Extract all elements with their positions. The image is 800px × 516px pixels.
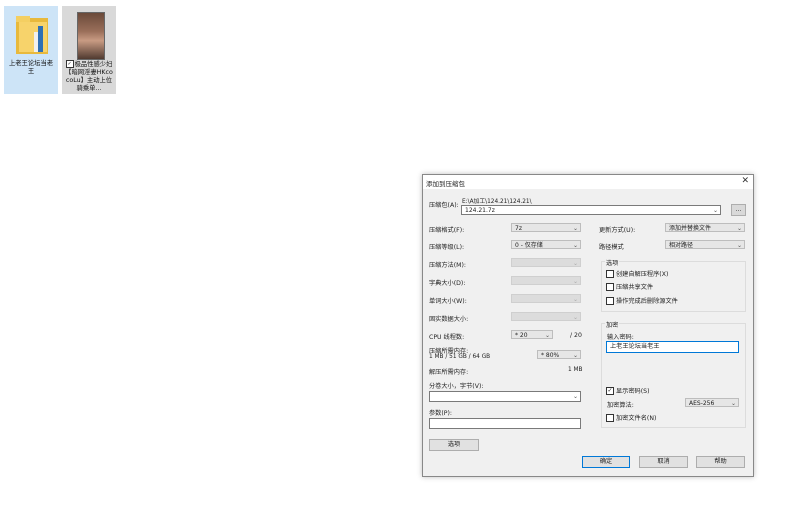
chevron-down-icon: ⌄ (712, 207, 718, 214)
split-select[interactable]: ⌄ (429, 391, 581, 402)
checkbox-icon (606, 297, 614, 305)
dialog-title: 添加到压缩包 (426, 180, 465, 188)
chevron-down-icon: ⌄ (736, 242, 742, 249)
cpu-max: / 20 (570, 332, 582, 339)
desktop-video-item[interactable]: ✓ 极品性感少妇【暗网淫妻HKcocoLu】主动上位骑乘单... (62, 6, 116, 94)
checkbox-icon (606, 270, 614, 278)
checkbox-icon (606, 414, 614, 422)
update-select[interactable]: 添加并替换文件 ⌄ (665, 223, 745, 232)
chevron-down-icon: ⌄ (544, 332, 550, 339)
params-label: 参数(P): (429, 410, 453, 417)
chevron-down-icon: ⌄ (572, 393, 578, 400)
format-select[interactable]: 7z ⌄ (511, 223, 581, 232)
desktop-folder-icon-item[interactable]: 上老王论坛当老王 (4, 6, 58, 94)
path-value: 相对路径 (669, 242, 694, 249)
level-value: 0 - 仅存储 (515, 242, 543, 249)
decomp-value: 1 MB (568, 367, 583, 373)
split-label: 分卷大小，字节(V): (429, 383, 484, 390)
browse-button[interactable]: ... (731, 204, 746, 216)
archive-name-combo[interactable]: 124.21.7z ⌄ (461, 205, 721, 215)
title-bar: 添加到压缩包 ✕ (423, 175, 753, 189)
mem-percent-select[interactable]: * 80% ⌄ (537, 350, 581, 359)
path-label: 路径模式 (599, 244, 624, 251)
video-thumbnail (77, 12, 105, 60)
format-value: 7z (515, 225, 522, 232)
delete-checkbox[interactable]: 操作完成后删除源文件 (606, 296, 678, 305)
chevron-down-icon: ⌄ (730, 400, 736, 407)
enc-method-label: 加密算法: (607, 402, 634, 409)
cancel-button[interactable]: 取消 (639, 456, 688, 468)
help-button[interactable]: 帮助 (696, 456, 745, 468)
options-group-title: 选项 (605, 258, 620, 267)
enc-method-select[interactable]: AES-256 ⌄ (685, 398, 739, 407)
enc-method-value: AES-256 (689, 400, 715, 407)
shared-label: 压缩共享文件 (616, 284, 654, 291)
params-input[interactable] (429, 418, 581, 429)
method-select: ⌄ (511, 258, 581, 267)
decomp-label: 解压所需内存: (429, 369, 469, 376)
update-label: 更新方式(U): (599, 227, 636, 234)
add-to-archive-dialog: 添加到压缩包 ✕ 压缩包(A): E:\A加工\124.21\124.21\ 1… (422, 174, 754, 477)
checkbox-icon (606, 283, 614, 291)
method-label: 压缩方法(M): (429, 262, 467, 269)
word-select: ⌄ (511, 294, 581, 303)
dict-select: ⌄ (511, 276, 581, 285)
close-icon[interactable]: ✕ (741, 176, 749, 186)
chevron-down-icon: ⌄ (572, 242, 578, 249)
path-select[interactable]: 相对路径 ⌄ (665, 240, 745, 249)
chevron-down-icon: ⌄ (572, 314, 578, 321)
solid-select: ⌄ (511, 312, 581, 321)
cpu-label: CPU 线程数: (429, 334, 465, 341)
archive-path: E:\A加工\124.21\124.21\ (462, 199, 532, 205)
cpu-select[interactable]: * 20 ⌄ (511, 330, 553, 339)
archive-label: 压缩包(A): (429, 202, 459, 209)
chevron-down-icon: ⌄ (572, 352, 578, 359)
sfx-checkbox[interactable]: 创建自解压程序(X) (606, 269, 668, 278)
chevron-down-icon: ⌄ (572, 296, 578, 303)
password-label: 输入密码: (607, 334, 634, 341)
encrypt-names-checkbox[interactable]: 加密文件名(N) (606, 413, 656, 422)
options-button[interactable]: 选项 (429, 439, 479, 451)
level-select[interactable]: 0 - 仅存储 ⌄ (511, 240, 581, 249)
folder-icon (16, 16, 48, 54)
word-label: 单词大小(W): (429, 298, 467, 305)
chevron-down-icon: ⌄ (736, 225, 742, 232)
checkbox-checked-icon[interactable]: ✓ (65, 60, 74, 68)
cpu-value: 20 (519, 332, 528, 339)
chevron-down-icon: ⌄ (572, 225, 578, 232)
solid-label: 固实数据大小: (429, 316, 469, 323)
chevron-down-icon: ⌄ (572, 260, 578, 267)
update-value: 添加并替换文件 (669, 225, 712, 232)
show-password-checkbox[interactable]: ✓ 显示密码(S) (606, 386, 650, 395)
delete-label: 操作完成后删除源文件 (616, 298, 678, 305)
encrypt-names-label: 加密文件名(N) (616, 415, 657, 422)
mem-detail: 1 MB / 51 GB / 64 GB (429, 354, 491, 360)
chevron-down-icon: ⌄ (572, 278, 578, 285)
checkbox-checked-icon: ✓ (606, 387, 614, 395)
show-password-label: 显示密码(S) (616, 388, 650, 395)
level-label: 压缩等级(L): (429, 244, 465, 251)
mem-percent-value: 80% (545, 352, 560, 359)
shared-checkbox[interactable]: 压缩共享文件 (606, 282, 653, 291)
sfx-label: 创建自解压程序(X) (616, 271, 669, 278)
desktop-icon-label: 上老王论坛当老王 (8, 60, 54, 75)
ok-button[interactable]: 确定 (582, 456, 630, 468)
dict-label: 字典大小(D): (429, 280, 466, 287)
encryption-group-title: 加密 (605, 320, 620, 329)
desktop-icon-label: ✓ 极品性感少妇【暗网淫妻HKcocoLu】主动上位骑乘单... (64, 60, 114, 93)
format-label: 压缩格式(F): (429, 227, 465, 234)
archive-name-value: 124.21.7z (465, 207, 495, 214)
password-input[interactable]: 上老王论坛当老王 (606, 341, 739, 353)
